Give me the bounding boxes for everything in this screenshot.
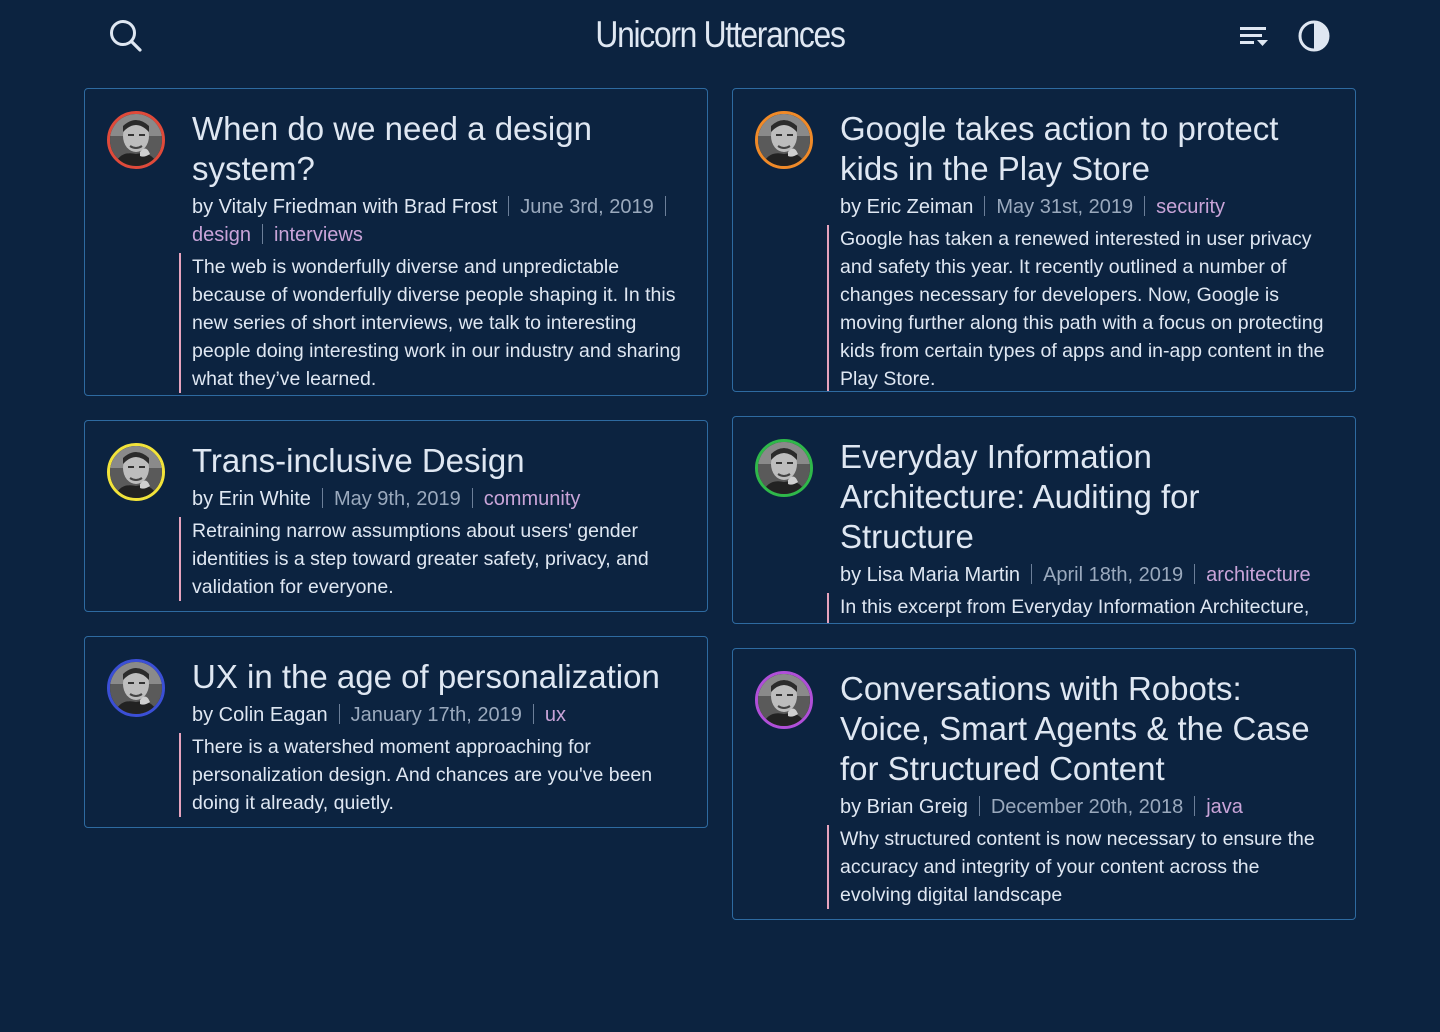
avatar-portrait [758,442,810,494]
author-avatar[interactable] [755,439,813,497]
meta-divider [321,488,323,508]
avatar-portrait [758,674,810,726]
post-title[interactable]: UX in the age of personalization [192,657,685,697]
post-date: January 17th, 2019 [350,704,522,726]
post-content: Google takes action to protect kids in t… [827,109,1333,391]
author-avatar[interactable] [107,659,165,717]
post-author[interactable]: by Vitaly Friedman with Brad Frost [192,196,497,218]
post-excerpt: In this excerpt from Everyday Informatio… [827,593,1333,623]
post-content: Conversations with Robots: Voice, Smart … [827,669,1333,909]
post-title[interactable]: Conversations with Robots: Voice, Smart … [840,669,1333,789]
meta-divider [532,704,534,724]
author-avatar[interactable] [107,111,165,169]
meta-divider [978,796,980,816]
site-title[interactable]: Unicorn Utterances [101,14,1339,56]
post-author[interactable]: by Lisa Maria Martin [840,564,1020,586]
post-tag[interactable]: architecture [1206,564,1311,586]
author-avatar[interactable] [755,111,813,169]
post-author[interactable]: by Brian Greig [840,796,968,818]
post-author[interactable]: by Colin Eagan [192,704,328,726]
post-excerpt: There is a watershed moment approaching … [179,733,685,817]
post-content: UX in the age of personalization by Coli… [179,657,685,817]
post-tag[interactable]: design [192,224,251,246]
post-card[interactable]: When do we need a design system? by Vita… [84,88,708,396]
post-card[interactable]: Google takes action to protect kids in t… [732,88,1356,392]
post-meta: by Lisa Maria Martin April 18th, 2019 arch… [840,561,1333,589]
meta-divider [261,224,263,244]
dark-mode-icon [1298,20,1330,52]
avatar-portrait [110,446,162,498]
meta-divider [471,488,473,508]
post-date: May 9th, 2019 [333,488,461,510]
post-card[interactable]: UX in the age of personalization by Coli… [84,636,708,828]
post-excerpt: Retraining narrow assumptions about user… [179,517,685,601]
post-content: Everyday Information Architecture: Audit… [827,437,1333,623]
post-date: June 3rd, 2019 [520,196,654,218]
post-excerpt: Why structured content is now necessary … [827,825,1333,909]
post-excerpt: Google has taken a renewed interested in… [827,225,1333,391]
post-tag[interactable]: ux [545,704,566,726]
post-meta: by Erin White May 9th, 2019 community [192,485,685,513]
post-tag[interactable]: java [1206,796,1243,818]
post-excerpt: The web is wonderfully diverse and unpre… [179,253,685,393]
meta-divider [664,196,666,216]
meta-divider [984,196,986,216]
meta-divider [1144,196,1146,216]
post-card[interactable]: Trans-inclusive Design by Erin White May … [84,420,708,612]
post-title[interactable]: Everyday Information Architecture: Audit… [840,437,1333,557]
author-avatar[interactable] [107,443,165,501]
site-header: Unicorn Utterances [0,0,1440,76]
post-meta: by Colin Eagan January 17th, 2019 ux [192,701,685,729]
post-tag[interactable]: community [484,488,581,510]
post-meta: by Eric Zeiman May 31st, 2019 security [840,193,1333,221]
filter-button[interactable] [1234,16,1274,56]
theme-toggle-button[interactable] [1294,16,1334,56]
post-date: December 20th, 2018 [990,796,1184,818]
author-avatar[interactable] [755,671,813,729]
post-tag[interactable]: security [1156,196,1225,218]
meta-divider [1194,796,1196,816]
avatar-portrait [110,662,162,714]
post-card[interactable]: Everyday Information Architecture: Audit… [732,416,1356,624]
meta-divider [1031,564,1033,584]
post-meta: by Vitaly Friedman with Brad Frost June 3… [192,193,685,249]
meta-divider [1194,564,1196,584]
avatar-portrait [110,114,162,166]
post-date: May 31st, 2019 [996,196,1134,218]
post-content: Trans-inclusive Design by Erin White May … [179,441,685,601]
meta-divider [338,704,340,724]
avatar-portrait [758,114,810,166]
post-date: April 18th, 2019 [1043,564,1184,586]
filter-icon [1240,27,1268,46]
post-author[interactable]: by Eric Zeiman [840,196,973,218]
post-content: When do we need a design system? by Vita… [179,109,685,393]
post-author[interactable]: by Erin White [192,488,311,510]
post-title[interactable]: Google takes action to protect kids in t… [840,109,1333,189]
post-meta: by Brian Greig December 20th, 2018 java [840,793,1333,821]
post-tag[interactable]: interviews [274,224,363,246]
post-title[interactable]: When do we need a design system? [192,109,685,189]
post-title[interactable]: Trans-inclusive Design [192,441,685,481]
meta-divider [508,196,510,216]
post-card[interactable]: Conversations with Robots: Voice, Smart … [732,648,1356,920]
